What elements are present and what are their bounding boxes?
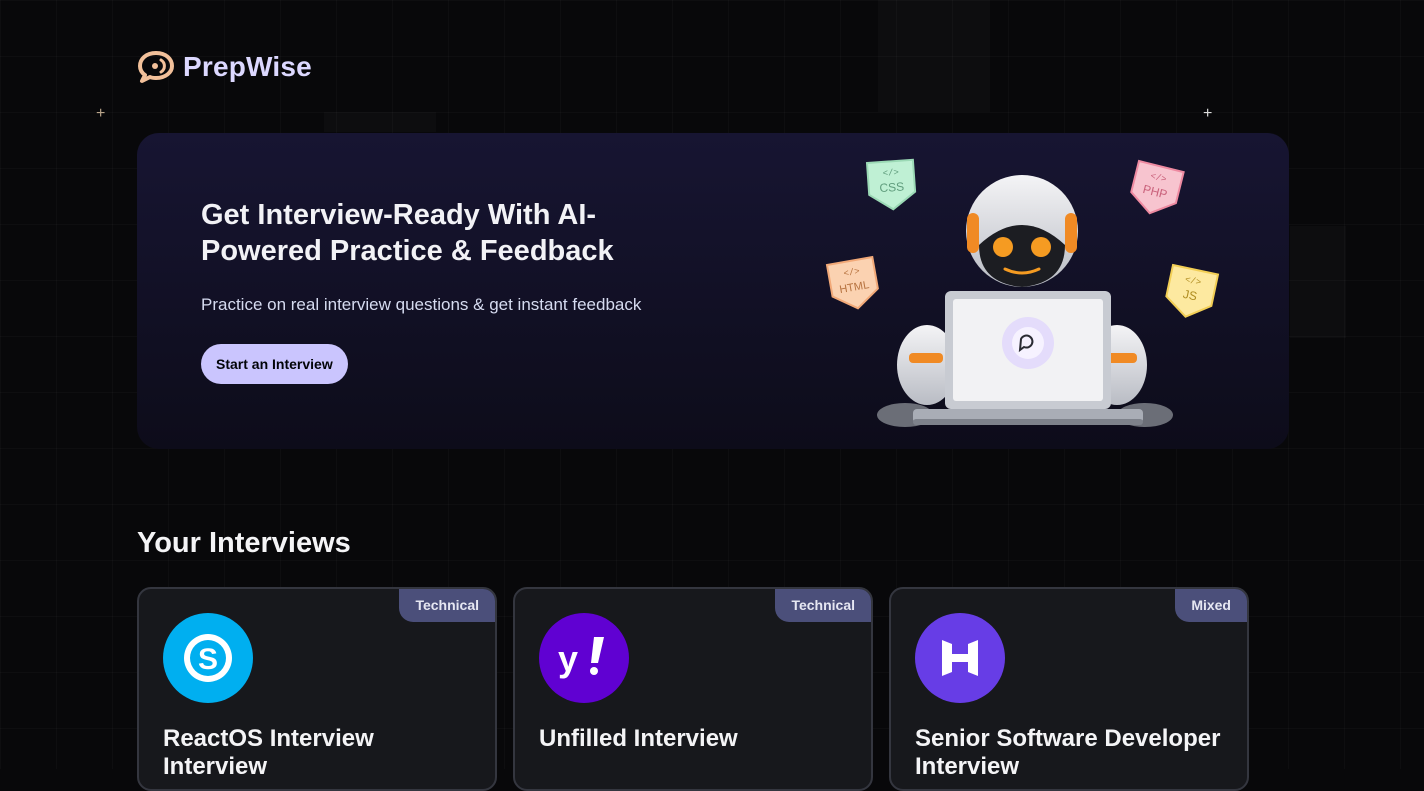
interview-card[interactable]: Mixed Senior Software Developer Intervie… (889, 587, 1249, 791)
yahoo-icon: y (539, 613, 629, 703)
sparkle-icon: + (1203, 105, 1213, 122)
interview-card[interactable]: Technical y Unfilled Interview (513, 587, 873, 791)
hero-title: Get Interview-Ready With AI-Powered Prac… (201, 199, 614, 267)
background-tile (324, 112, 436, 132)
interview-card[interactable]: Technical S ReactOS Interview Interview (137, 587, 497, 791)
interview-title: Senior Software Developer Interview (915, 725, 1221, 780)
skype-icon: S (163, 613, 253, 703)
svg-text:</>: </> (882, 168, 899, 179)
robot-illustration: </> CSS </> PHP </> HTML </> JS (825, 158, 1220, 427)
hero-banner: Get Interview-Ready With AI-Powered Prac… (137, 133, 1289, 449)
interview-title: Unfilled Interview (539, 725, 738, 752)
svg-text:S: S (198, 643, 218, 676)
html-tag-icon: </> HTML (825, 255, 879, 310)
tag-label: JS (1182, 287, 1199, 304)
interview-title: ReactOS Interview Interview (163, 725, 374, 780)
interview-type-badge: Technical (399, 589, 495, 622)
background-tile (1290, 226, 1346, 338)
css-tag-icon: </> CSS (865, 158, 917, 211)
js-tag-icon: </> JS (1165, 263, 1220, 318)
sparkle-icon: + (96, 105, 106, 122)
php-tag-icon: </> PHP (1130, 159, 1185, 215)
brand-name: PrepWise (183, 51, 312, 82)
brand-logo[interactable]: PrepWise (137, 50, 312, 84)
start-interview-button[interactable]: Start an Interview (201, 344, 348, 384)
interview-type-badge: Technical (775, 589, 871, 622)
background-tile (878, 0, 990, 112)
svg-text:y: y (558, 638, 578, 679)
hostinger-icon (915, 613, 1005, 703)
chat-bubble-icon (138, 51, 174, 83)
tag-label: CSS (879, 179, 905, 195)
hero-subtitle: Practice on real interview questions & g… (201, 295, 642, 314)
section-title: Your Interviews (137, 527, 351, 559)
interview-type-badge: Mixed (1175, 589, 1247, 622)
